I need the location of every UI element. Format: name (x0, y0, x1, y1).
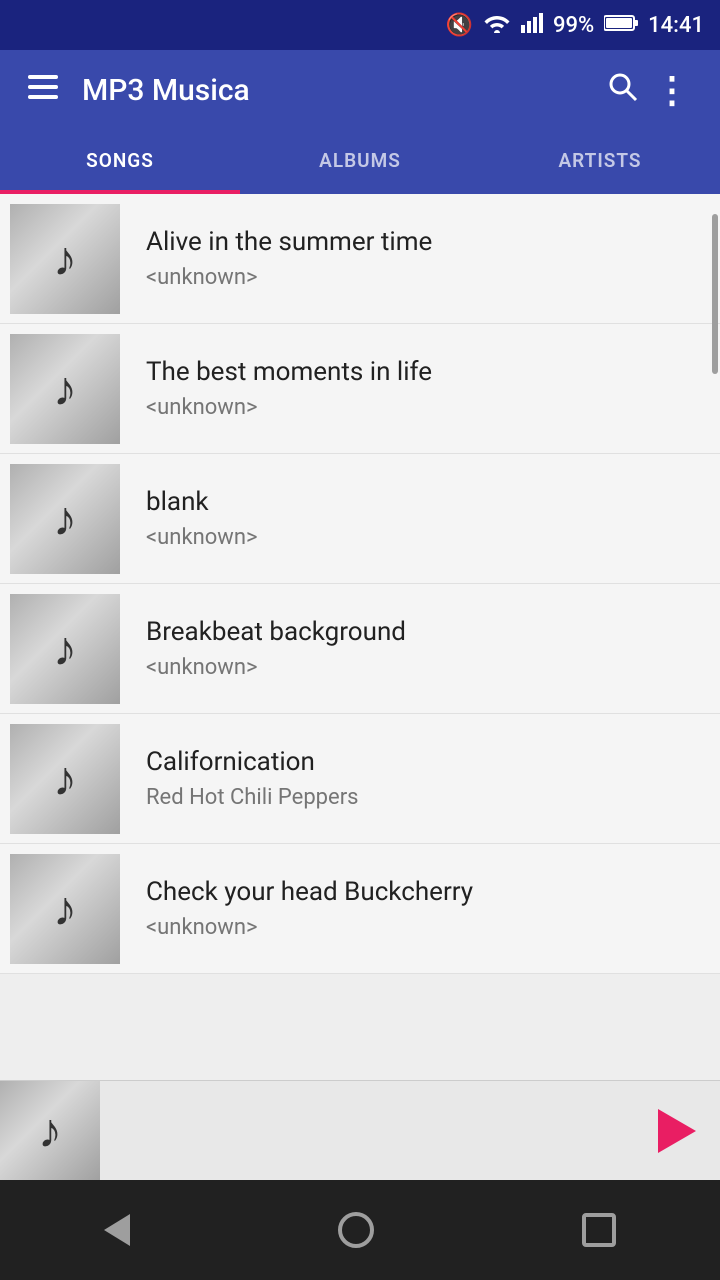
scroll-indicator (712, 214, 718, 374)
search-button[interactable] (600, 64, 646, 116)
music-note-icon: ♪ (53, 750, 77, 807)
music-note-icon: ♪ (53, 490, 77, 547)
song-artist: <unknown> (146, 655, 704, 680)
list-item[interactable]: ♪ Alive in the summer time <unknown> (0, 194, 720, 324)
song-info: blank <unknown> (130, 487, 720, 550)
song-artist: <unknown> (146, 265, 704, 290)
song-info: The best moments in life <unknown> (130, 357, 720, 420)
song-title: Breakbeat background (146, 617, 704, 647)
tab-songs[interactable]: SONGS (0, 134, 240, 194)
song-artist: Red Hot Chili Peppers (146, 785, 704, 810)
now-playing-music-note-icon: ♪ (38, 1102, 62, 1159)
song-thumbnail: ♪ (10, 724, 120, 834)
song-thumbnail: ♪ (10, 854, 120, 964)
tab-albums-label: ALBUMS (319, 149, 401, 172)
more-options-button[interactable]: ⋮ (646, 64, 700, 116)
hamburger-icon (28, 73, 58, 106)
song-info: Californication Red Hot Chili Peppers (130, 747, 720, 810)
recents-icon (582, 1213, 616, 1247)
song-thumbnail: ♪ (10, 334, 120, 444)
list-item[interactable]: ♪ The best moments in life <unknown> (0, 324, 720, 454)
song-list: ♪ Alive in the summer time <unknown> ♪ T… (0, 194, 720, 1080)
song-title: Alive in the summer time (146, 227, 704, 257)
app-title: MP3 Musica (82, 73, 600, 108)
status-bar: 🔇 99% 14:41 (0, 0, 720, 50)
play-icon (658, 1109, 696, 1153)
music-note-icon: ♪ (53, 360, 77, 417)
battery-percent: 99% (553, 13, 594, 38)
list-item[interactable]: ♪ Breakbeat background <unknown> (0, 584, 720, 714)
music-note-icon: ♪ (53, 620, 77, 677)
song-artist: <unknown> (146, 395, 704, 420)
music-note-icon: ♪ (53, 230, 77, 287)
home-icon (338, 1212, 374, 1248)
song-info: Alive in the summer time <unknown> (130, 227, 720, 290)
sim-signal-icon (521, 11, 543, 39)
status-bar-right: 🔇 99% 14:41 (446, 11, 704, 39)
tabs-bar: SONGS ALBUMS ARTISTS (0, 130, 720, 194)
search-icon (608, 76, 638, 109)
navigation-bar (0, 1180, 720, 1280)
song-artist: <unknown> (146, 915, 704, 940)
music-note-icon: ♪ (53, 880, 77, 937)
more-icon: ⋮ (654, 69, 692, 110)
back-button[interactable] (88, 1198, 146, 1262)
now-playing-thumbnail: ♪ (0, 1081, 100, 1181)
list-item[interactable]: ♪ Check your head Buckcherry <unknown> (0, 844, 720, 974)
song-title: blank (146, 487, 704, 517)
song-title: Californication (146, 747, 704, 777)
hamburger-button[interactable] (20, 67, 66, 113)
song-info: Breakbeat background <unknown> (130, 617, 720, 680)
time-display: 14:41 (648, 13, 704, 38)
tab-albums[interactable]: ALBUMS (240, 134, 480, 194)
now-playing-bar[interactable]: ♪ (0, 1080, 720, 1180)
tab-songs-label: SONGS (86, 149, 154, 172)
play-button[interactable] (642, 1093, 712, 1169)
song-title: Check your head Buckcherry (146, 877, 704, 907)
song-thumbnail: ♪ (10, 204, 120, 314)
song-artist: <unknown> (146, 525, 704, 550)
home-button[interactable] (322, 1196, 390, 1264)
back-icon (104, 1214, 130, 1246)
song-info: Check your head Buckcherry <unknown> (130, 877, 720, 940)
mute-icon: 🔇 (446, 13, 473, 38)
tab-artists[interactable]: ARTISTS (480, 134, 720, 194)
tab-artists-label: ARTISTS (558, 149, 641, 172)
battery-icon (604, 13, 638, 38)
app-bar: MP3 Musica ⋮ (0, 50, 720, 130)
song-thumbnail: ♪ (10, 464, 120, 574)
recents-button[interactable] (566, 1197, 632, 1263)
list-item[interactable]: ♪ blank <unknown> (0, 454, 720, 584)
wifi-icon (483, 11, 511, 39)
list-item[interactable]: ♪ Californication Red Hot Chili Peppers (0, 714, 720, 844)
song-thumbnail: ♪ (10, 594, 120, 704)
song-title: The best moments in life (146, 357, 704, 387)
